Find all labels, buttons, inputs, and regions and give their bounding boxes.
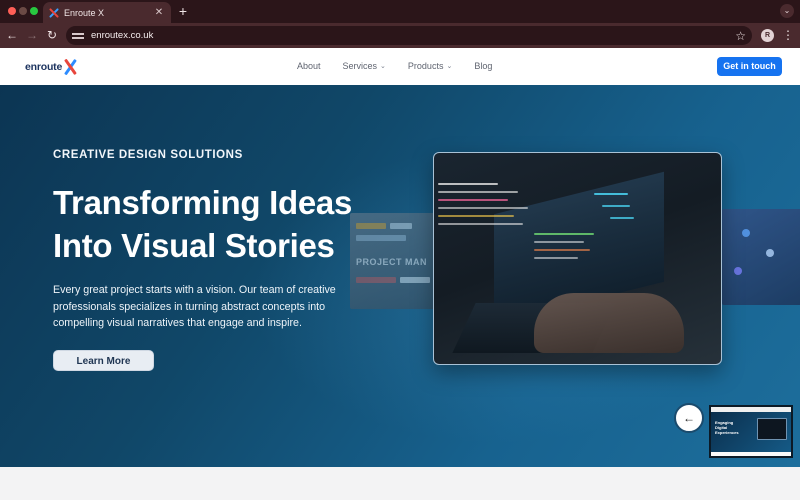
hero-featured-image [433, 152, 722, 365]
back-arrow-icon[interactable]: ← [5, 28, 19, 42]
window-zoom-button[interactable] [30, 7, 38, 15]
image-dot [766, 249, 774, 257]
thumbnail-title: Engaging Digital Experiences [715, 420, 739, 435]
hero-title-line-2: Into Visual Stories [53, 227, 335, 264]
browser-menu-icon[interactable]: ⋮ [782, 28, 794, 42]
hero-eyebrow: CREATIVE DESIGN SOLUTIONS [53, 149, 243, 161]
reload-icon[interactable]: ↻ [45, 28, 59, 42]
code-line [438, 191, 518, 193]
chevron-down-icon: ⌄ [446, 63, 453, 70]
forward-arrow-icon[interactable]: → [25, 28, 39, 42]
site-settings-icon[interactable] [72, 31, 84, 40]
carousel-side-image-right [722, 209, 800, 305]
code-line [438, 223, 523, 225]
nav-services-label: Services [342, 61, 378, 71]
next-section [0, 467, 800, 500]
image-dot [734, 267, 742, 275]
nav-blog[interactable]: Blog [474, 61, 492, 72]
bookmark-star-icon[interactable]: ☆ [735, 29, 746, 43]
learn-more-button[interactable]: Learn More [53, 350, 154, 371]
image-block [390, 223, 412, 229]
tab-title: Enroute X [64, 7, 105, 18]
url-text[interactable]: enroutex.co.uk [91, 30, 735, 41]
browser-toolbar: ← → ↻ enroutex.co.uk ☆ R ⋮ [0, 23, 800, 48]
nav-about-label: About [297, 61, 321, 71]
tab-close-icon[interactable]: ✕ [153, 7, 165, 18]
code-line [438, 199, 508, 201]
code-line [594, 193, 628, 195]
logo-wordmark: enroute [25, 61, 63, 73]
code-line [534, 241, 584, 243]
code-line [438, 207, 528, 209]
hero-description: Every great project starts with a vision… [53, 284, 336, 329]
nav-products-label: Products [407, 61, 444, 71]
logo-x-mark-icon [63, 59, 77, 75]
code-line [534, 249, 590, 251]
thumbnail-footer [711, 452, 791, 456]
browser-tab-bar: Enroute X ✕ + ⌄ [0, 0, 800, 23]
main-nav: About Services ⌄ Products ⌄ Blog [297, 61, 492, 72]
window-minimize-button[interactable] [19, 7, 27, 15]
code-line [534, 257, 578, 259]
code-line [438, 215, 514, 217]
window-close-button[interactable] [8, 7, 16, 15]
code-line [610, 217, 634, 219]
new-tab-button[interactable]: + [176, 4, 190, 18]
hands [534, 293, 684, 353]
site-favicon-icon [49, 8, 59, 18]
hero-title: Transforming Ideas Into Visual Stories [53, 181, 383, 267]
nav-services[interactable]: Services ⌄ [343, 61, 386, 72]
hero-section: PROJECT MAN CREATIVE DESIGN SOLUTIONS Tr… [0, 85, 800, 467]
code-line [438, 183, 498, 185]
hero-title-line-1: Transforming Ideas [53, 184, 353, 221]
thumbnail-image [757, 418, 787, 440]
address-bar[interactable]: enroutex.co.uk ☆ [66, 26, 752, 45]
code-line [602, 205, 630, 207]
image-dot [742, 229, 750, 237]
site-logo[interactable]: enroute [25, 57, 77, 73]
code-line [534, 233, 594, 235]
nav-blog-label: Blog [474, 61, 493, 71]
carousel-prev-button[interactable]: ← [674, 403, 704, 433]
image-block [400, 277, 430, 283]
site-header: enroute About Services ⌄ Products ⌄ Blog… [0, 48, 800, 85]
carousel-thumbnail[interactable]: Engaging Digital Experiences [709, 405, 793, 458]
nav-products[interactable]: Products ⌄ [408, 61, 452, 72]
chevron-down-icon: ⌄ [380, 63, 386, 70]
profile-avatar[interactable]: R [761, 29, 774, 42]
nav-about[interactable]: About [297, 61, 321, 72]
get-in-touch-button[interactable]: Get in touch [717, 57, 782, 76]
tab-search-menu-button[interactable]: ⌄ [780, 4, 794, 18]
browser-tab-active[interactable]: Enroute X ✕ [43, 2, 171, 23]
